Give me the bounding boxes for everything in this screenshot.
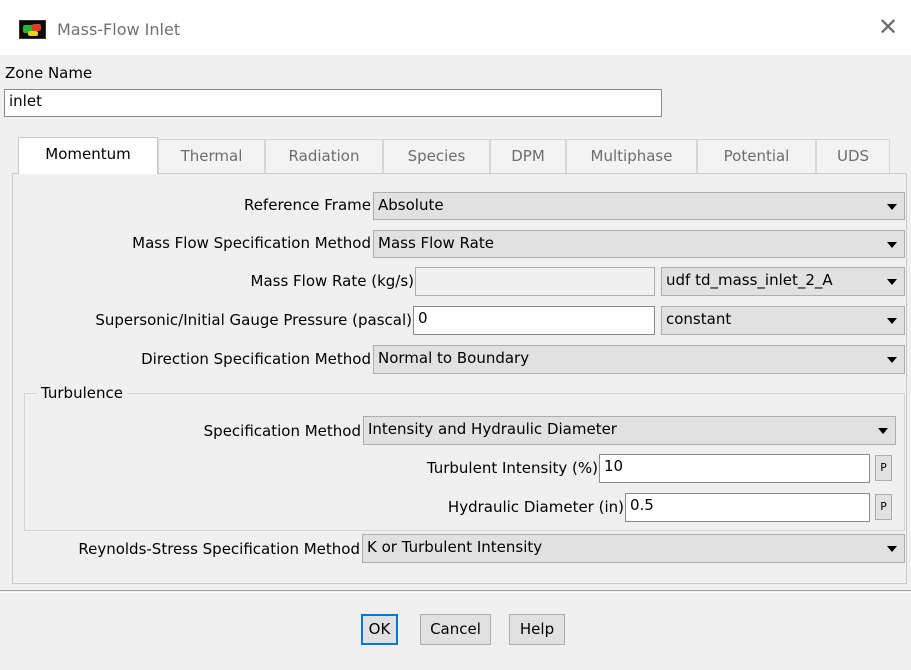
reynolds-stress-method-dropdown[interactable]: K or Turbulent Intensity	[362, 534, 905, 563]
reynolds-stress-method-value: K or Turbulent Intensity	[367, 538, 543, 556]
cancel-button[interactable]: Cancel	[420, 614, 491, 645]
chevron-down-icon	[887, 546, 897, 552]
tab-radiation[interactable]: Radiation	[265, 139, 383, 173]
tab-thermal[interactable]: Thermal	[158, 139, 265, 173]
gauge-pressure-label: Supersonic/Initial Gauge Pressure (pasca…	[95, 311, 412, 329]
mass-flow-method-value: Mass Flow Rate	[378, 234, 494, 252]
mass-flow-rate-profile-dropdown[interactable]: udf td_mass_inlet_2_A	[661, 267, 905, 296]
chevron-down-icon	[887, 279, 897, 285]
direction-method-dropdown[interactable]: Normal to Boundary	[373, 345, 905, 374]
tab-uds[interactable]: UDS	[816, 139, 890, 173]
mass-flow-method-dropdown[interactable]: Mass Flow Rate	[373, 230, 905, 258]
chevron-down-icon	[887, 318, 897, 324]
tab-dpm[interactable]: DPM	[490, 139, 566, 173]
close-icon[interactable]: ✕	[870, 12, 906, 44]
tab-multiphase[interactable]: Multiphase	[566, 139, 697, 173]
zone-name-label: Zone Name	[5, 64, 93, 82]
turbulent-intensity-input[interactable]: 10	[599, 454, 870, 483]
reference-frame-label: Reference Frame	[243, 196, 371, 214]
fluent-app-icon	[19, 20, 46, 39]
direction-method-value: Normal to Boundary	[378, 349, 530, 367]
chevron-down-icon	[887, 204, 897, 210]
ok-button[interactable]: OK	[361, 614, 398, 645]
turbulence-spec-method-dropdown[interactable]: Intensity and Hydraulic Diameter	[363, 416, 896, 445]
gauge-pressure-profile-dropdown[interactable]: constant	[661, 306, 905, 335]
turbulent-intensity-parameter-button[interactable]: P	[875, 455, 892, 481]
mass-flow-method-label: Mass Flow Specification Method	[132, 234, 371, 252]
divider-highlight	[0, 592, 911, 593]
direction-method-label: Direction Specification Method	[141, 350, 371, 368]
mass-flow-rate-input[interactable]	[415, 267, 655, 296]
tab-momentum[interactable]: Momentum	[18, 137, 158, 174]
hydraulic-diameter-input[interactable]: 0.5	[625, 493, 870, 522]
chevron-down-icon	[878, 428, 888, 434]
gauge-pressure-input[interactable]: 0	[413, 306, 655, 335]
chevron-down-icon	[887, 242, 897, 248]
chevron-down-icon	[887, 357, 897, 363]
tab-species[interactable]: Species	[383, 139, 490, 173]
divider	[0, 590, 911, 591]
turbulence-spec-method-label: Specification Method	[203, 422, 361, 440]
reynolds-stress-method-label: Reynolds-Stress Specification Method	[78, 540, 360, 558]
gauge-pressure-profile-value: constant	[666, 310, 732, 328]
reference-frame-value: Absolute	[378, 196, 444, 214]
zone-name-input[interactable]: inlet	[4, 89, 662, 117]
reference-frame-dropdown[interactable]: Absolute	[373, 192, 905, 220]
mass-flow-rate-profile-value: udf td_mass_inlet_2_A	[666, 271, 833, 289]
tab-potential[interactable]: Potential	[697, 139, 816, 173]
turbulence-spec-method-value: Intensity and Hydraulic Diameter	[368, 420, 617, 438]
help-button[interactable]: Help	[509, 614, 565, 645]
window-title: Mass-Flow Inlet	[57, 20, 181, 39]
hydraulic-diameter-label: Hydraulic Diameter (in)	[447, 498, 624, 516]
turbulence-group-title: Turbulence	[37, 384, 127, 402]
mass-flow-rate-label: Mass Flow Rate (kg/s)	[250, 272, 414, 290]
hydraulic-diameter-parameter-button[interactable]: P	[875, 494, 892, 520]
turbulent-intensity-label: Turbulent Intensity (%)	[426, 459, 598, 477]
